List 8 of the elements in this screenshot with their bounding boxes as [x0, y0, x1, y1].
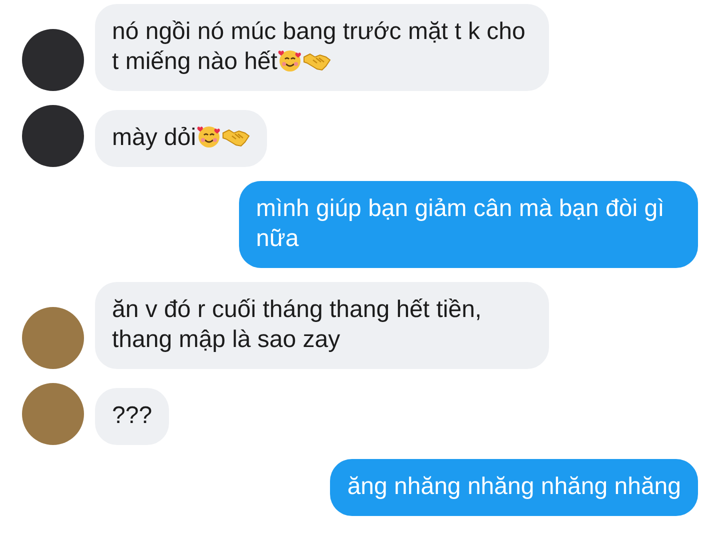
message-bubble: ăn v đó r cuối tháng thang hết tiền, thang mập là sao zay: [95, 282, 549, 369]
message-bubble: ăng nhăng nhăng nhăng nhăng: [330, 459, 698, 516]
message-bubble: nó ngồi nó múc bang trước mặt t k cho t miếng nào hết: [95, 4, 549, 91]
handshake-icon: [303, 51, 332, 73]
message-bubble: mình giúp bạn giảm cân mà bạn đòi gì nữa: [239, 181, 698, 268]
message-bubble: ???: [95, 388, 170, 445]
handshake-icon: [222, 127, 250, 149]
message-bubble: mày dỏi: [95, 110, 268, 167]
